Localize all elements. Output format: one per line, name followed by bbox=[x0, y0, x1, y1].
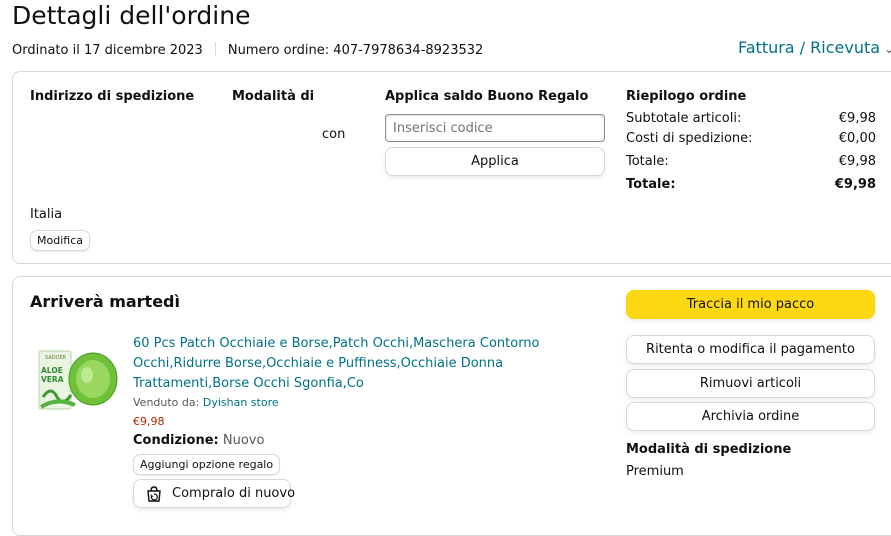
summary-value: €9,98 bbox=[838, 111, 876, 126]
buy-again-icon bbox=[144, 485, 164, 503]
payment-method-heading: Modalità di bbox=[232, 89, 315, 104]
product-price: €9,98 bbox=[133, 415, 165, 428]
order-summary-heading: Riepilogo ordine bbox=[626, 89, 747, 104]
summary-row-total: Totale: €9,98 bbox=[626, 154, 876, 169]
buy-again-button[interactable]: Compralo di nuovo bbox=[133, 479, 295, 508]
delivery-method-heading: Modalità di spedizione bbox=[626, 442, 792, 457]
summary-row-grand-total: Totale: €9,98 bbox=[626, 177, 876, 192]
sold-by-label: Venduto da: bbox=[133, 396, 200, 409]
track-package-button[interactable]: Traccia il mio pacco bbox=[626, 290, 875, 319]
summary-value: €9,98 bbox=[834, 177, 876, 192]
delivery-method-value: Premium bbox=[626, 464, 684, 479]
edit-address-button[interactable]: Modifica bbox=[30, 230, 90, 251]
summary-value: €0,00 bbox=[838, 131, 876, 146]
summary-label: Totale: bbox=[626, 154, 669, 169]
gift-code-input[interactable] bbox=[385, 114, 605, 142]
apply-gift-button[interactable]: Applica bbox=[385, 147, 605, 176]
shipping-address-heading: Indirizzo di spedizione bbox=[30, 89, 195, 104]
condition-value: Nuovo bbox=[222, 433, 265, 448]
sold-by: Venduto da: Dyishan store bbox=[133, 396, 279, 409]
order-number: Numero ordine: 407-7978634-8923532 bbox=[227, 43, 484, 58]
svg-text:VERA: VERA bbox=[41, 375, 64, 384]
summary-value: €9,98 bbox=[838, 154, 876, 169]
product-image[interactable]: SADOER ALOE VERA bbox=[37, 345, 119, 417]
archive-order-button[interactable]: Archivia ordine bbox=[626, 402, 875, 431]
summary-label: Totale: bbox=[626, 177, 676, 192]
shipping-country: Italia bbox=[30, 207, 63, 222]
page-title: Dettagli dell'ordine bbox=[12, 1, 251, 30]
order-date: Ordinato il 17 dicembre 2023 bbox=[12, 43, 203, 58]
buy-again-label: Compralo di nuovo bbox=[172, 486, 296, 501]
add-gift-option-button[interactable]: Aggiungi opzione regalo bbox=[133, 454, 281, 475]
seller-link[interactable]: Dyishan store bbox=[203, 396, 279, 409]
shipment-heading: Arriverà martedì bbox=[30, 292, 180, 311]
payment-partial-text: con bbox=[322, 127, 346, 142]
product-image-label: ALOE bbox=[41, 366, 63, 375]
summary-row-shipping: Costi di spedizione: €0,00 bbox=[626, 131, 876, 146]
condition-label: Condizione: bbox=[133, 433, 219, 448]
invoice-link-label: Fattura / Ricevuta bbox=[738, 38, 881, 57]
invoice-dropdown[interactable]: Fattura / Ricevuta ⌄ bbox=[738, 38, 891, 57]
order-meta: Ordinato il 17 dicembre 2023 Numero ordin… bbox=[12, 42, 483, 58]
brand-text: SADOER bbox=[45, 355, 67, 361]
product-condition: Condizione: Nuovo bbox=[133, 433, 264, 448]
summary-label: Subtotale articoli: bbox=[626, 111, 742, 126]
meta-divider bbox=[214, 42, 216, 56]
summary-row-subtotal: Subtotale articoli: €9,98 bbox=[626, 111, 876, 126]
gift-card-heading: Applica saldo Buono Regalo bbox=[385, 89, 589, 104]
remove-items-button[interactable]: Rimuovi articoli bbox=[626, 369, 875, 398]
chevron-down-icon: ⌄ bbox=[884, 42, 891, 56]
retry-payment-button[interactable]: Ritenta o modifica il pagamento bbox=[626, 335, 875, 364]
summary-label: Costi di spedizione: bbox=[626, 131, 753, 146]
product-title-link[interactable]: 60 Pcs Patch Occhiaie e Borse,Patch Occh… bbox=[133, 334, 603, 394]
